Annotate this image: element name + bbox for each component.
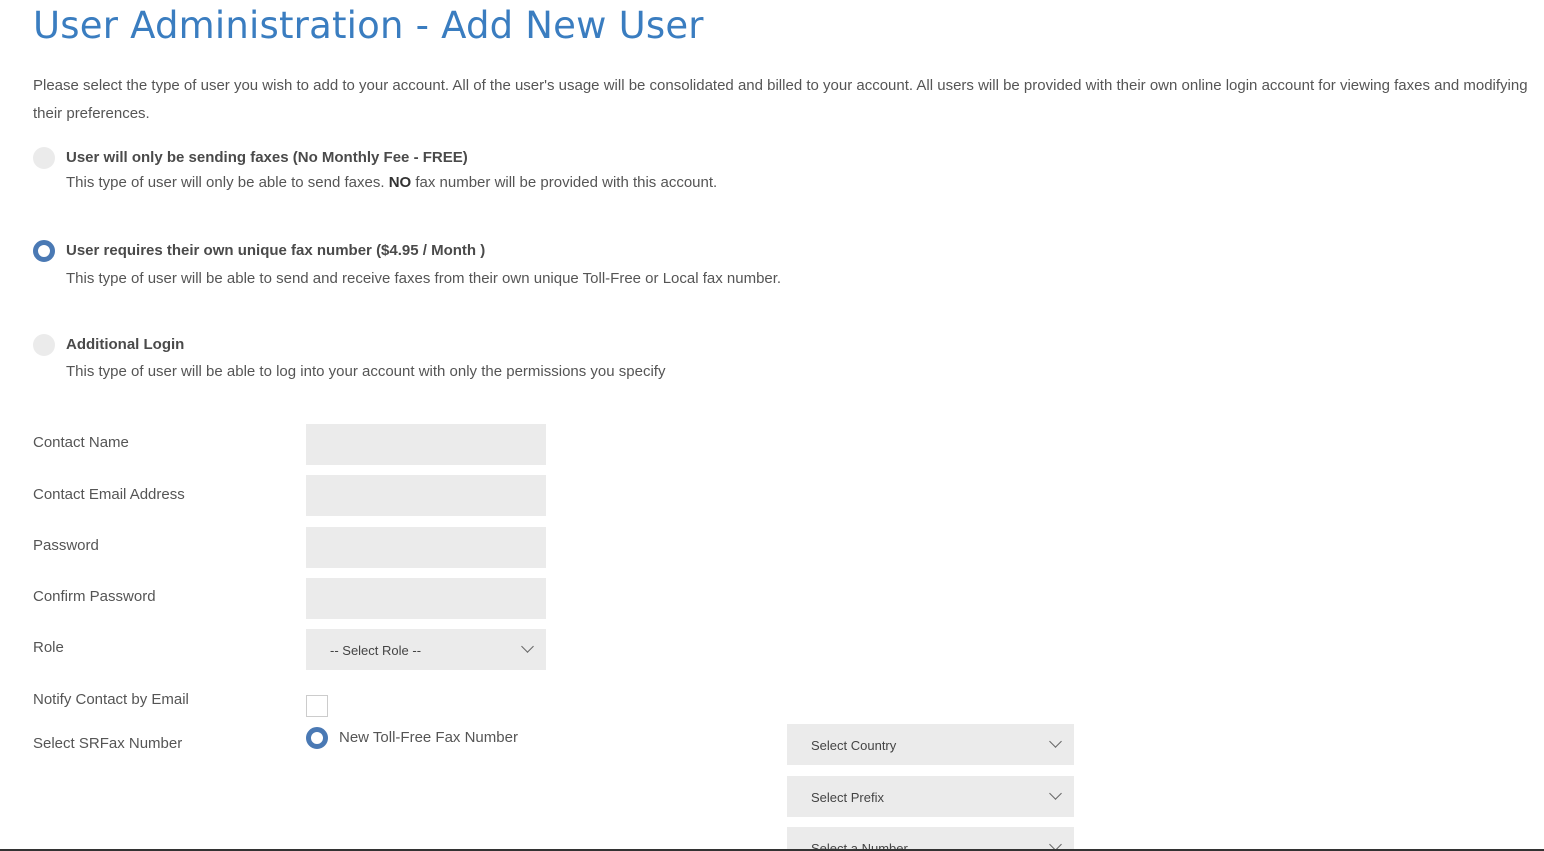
email-label: Contact Email Address [33, 486, 185, 503]
toll-free-option-label: New Toll-Free Fax Number [339, 729, 518, 746]
srfax-number-label: Select SRFax Number [33, 735, 183, 752]
radio-own-number[interactable] [33, 240, 55, 262]
user-type-description: This type of user will be able to log in… [66, 363, 666, 380]
user-type-title: Additional Login [66, 336, 185, 353]
country-select[interactable]: Select Country [787, 724, 1074, 765]
user-type-title: User requires their own unique fax numbe… [66, 242, 486, 259]
radio-toll-free[interactable] [306, 727, 328, 749]
user-type-title: User will only be sending faxes (No Mont… [66, 149, 468, 166]
role-select-value: -- Select Role -- [330, 643, 422, 658]
chevron-down-icon [521, 640, 534, 653]
chevron-down-icon [1049, 735, 1062, 748]
notify-label: Notify Contact by Email [33, 691, 189, 708]
email-input[interactable] [306, 475, 546, 516]
page-title: User Administration - Add New User [33, 4, 704, 47]
chevron-down-icon [1049, 787, 1062, 800]
radio-send-only[interactable] [33, 147, 55, 169]
contact-name-label: Contact Name [33, 434, 129, 451]
role-label: Role [33, 639, 64, 656]
prefix-select[interactable]: Select Prefix [787, 776, 1074, 817]
radio-additional-login[interactable] [33, 334, 55, 356]
contact-name-input[interactable] [306, 424, 546, 465]
user-type-description: This type of user will only be able to s… [66, 174, 718, 191]
number-select-value: Select a Number [811, 841, 908, 849]
number-select[interactable]: Select a Number [787, 827, 1074, 849]
notify-checkbox[interactable] [306, 695, 328, 717]
password-label: Password [33, 537, 99, 554]
user-type-description: This type of user will be able to send a… [66, 270, 782, 287]
role-select[interactable]: -- Select Role -- [306, 629, 546, 670]
password-input[interactable] [306, 527, 546, 568]
prefix-select-value: Select Prefix [811, 790, 884, 805]
confirm-password-input[interactable] [306, 578, 546, 619]
chevron-down-icon [1049, 838, 1062, 849]
intro-text: Please select the type of user you wish … [33, 77, 1528, 122]
country-select-value: Select Country [811, 738, 897, 753]
confirm-password-label: Confirm Password [33, 588, 156, 605]
